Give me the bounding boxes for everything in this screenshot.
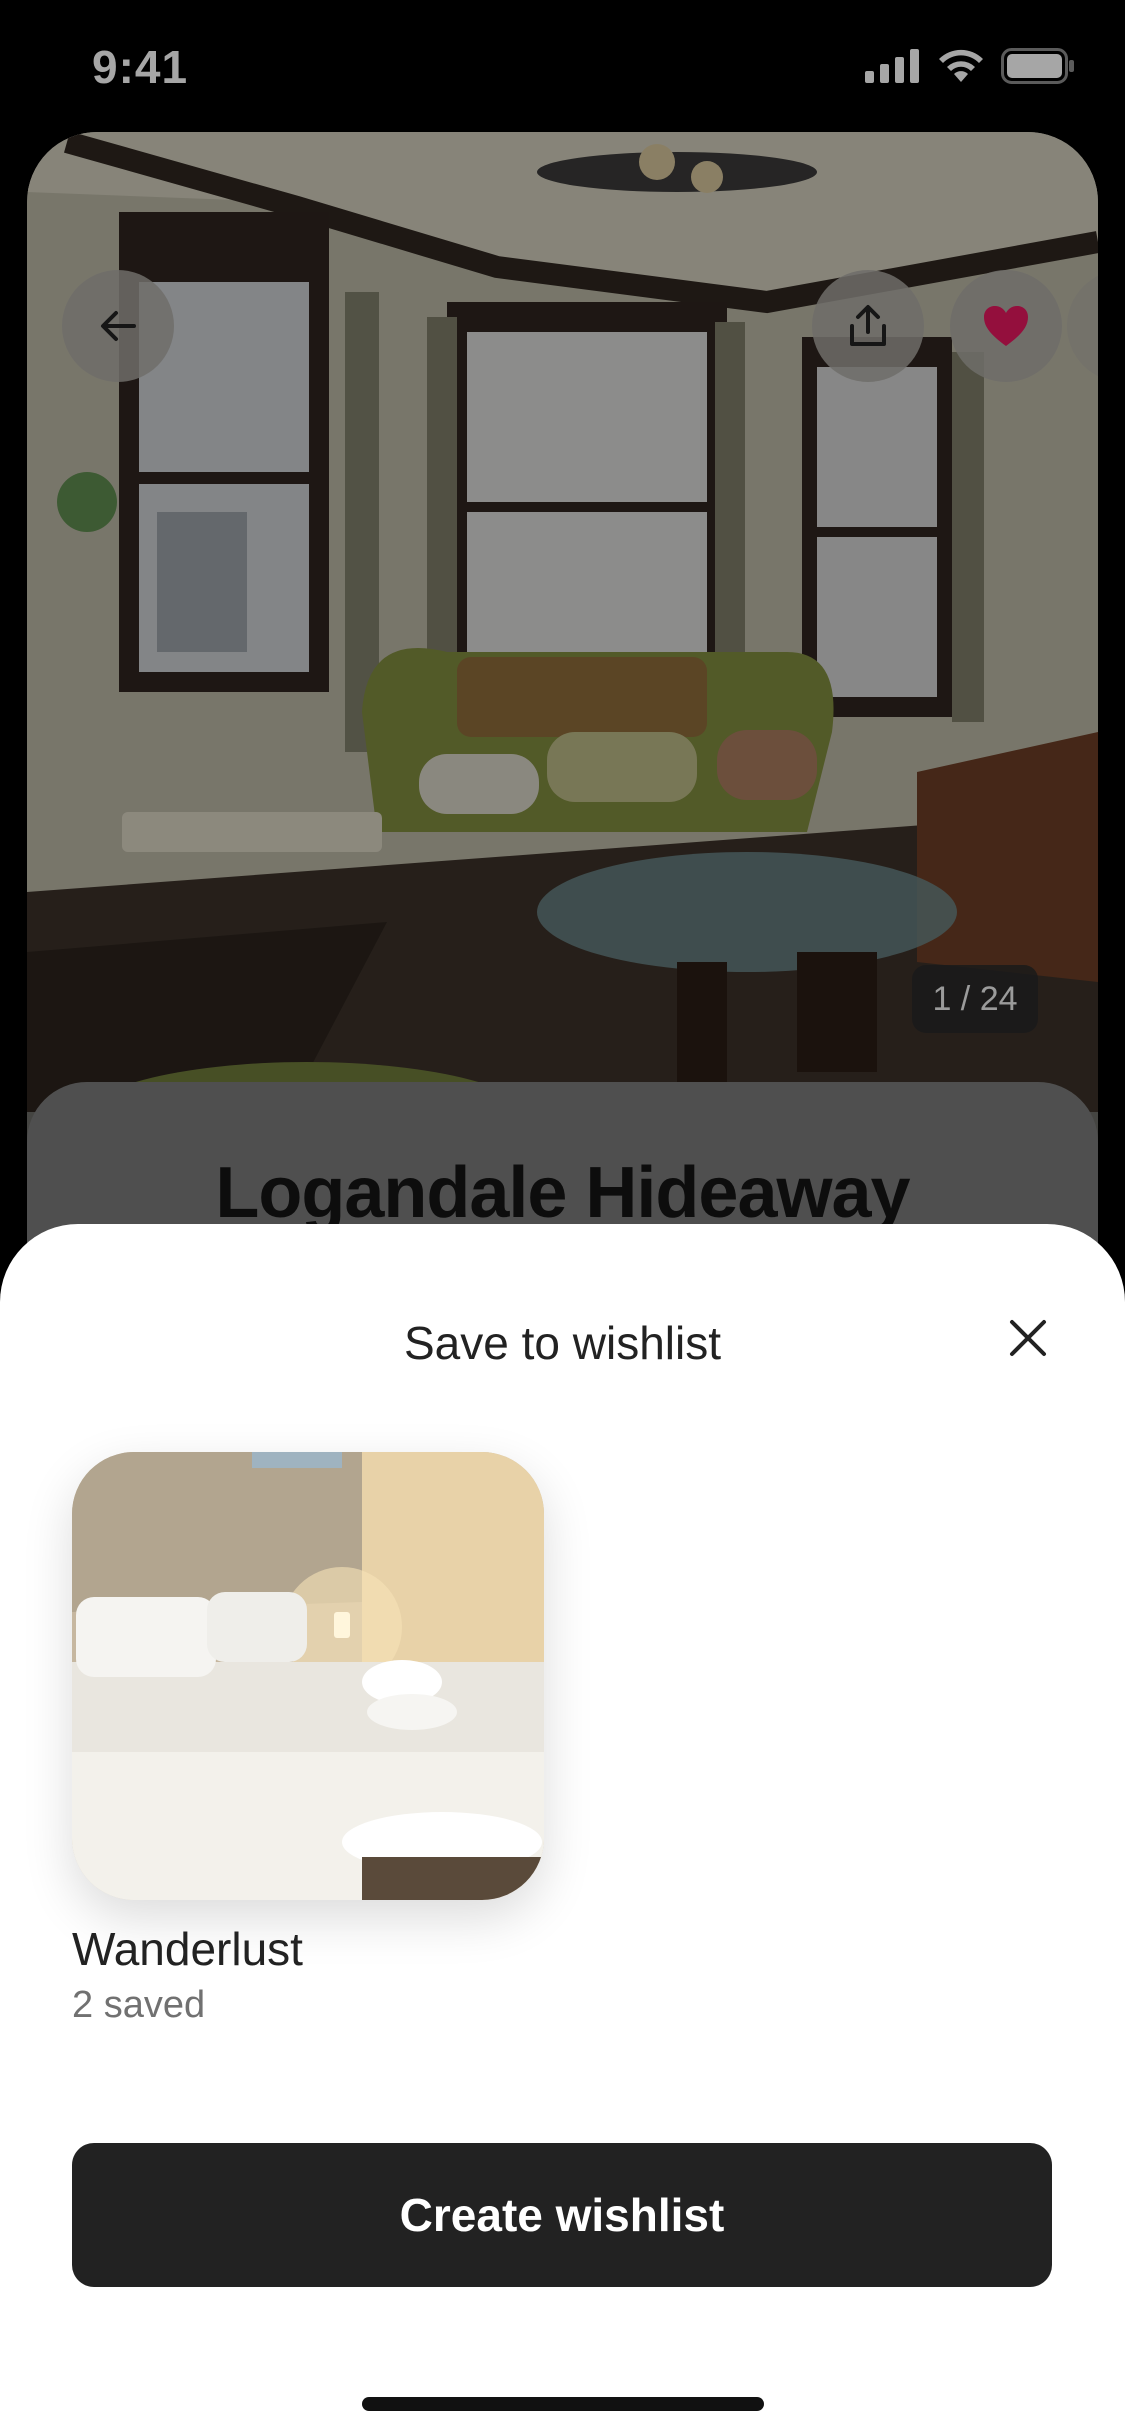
photo-counter: 1 / 24	[912, 965, 1038, 1033]
home-indicator[interactable]	[362, 2397, 764, 2411]
wishlist-item-wanderlust[interactable]: Wanderlust 2 saved	[72, 1452, 547, 2027]
create-wishlist-button[interactable]: Create wishlist	[72, 2143, 1052, 2287]
status-bar: 9:41	[0, 0, 1125, 132]
share-button[interactable]	[812, 270, 924, 382]
wishlist-thumbnail[interactable]	[72, 1452, 544, 1900]
share-icon	[850, 305, 886, 346]
favorite-button[interactable]	[950, 270, 1062, 382]
close-icon	[1010, 1320, 1046, 1356]
wishlist-saved-count: 2 saved	[72, 1984, 206, 2026]
save-to-wishlist-sheet: Save to wishlist Wanderlust 2 saved Crea…	[0, 1224, 1125, 2436]
cellular-signal-icon	[865, 49, 919, 83]
status-time: 9:41	[92, 41, 189, 93]
wishlist-photo	[72, 1452, 544, 1900]
wishlist-name: Wanderlust	[72, 1923, 303, 1975]
battery-icon	[1001, 48, 1074, 84]
status-icons	[865, 48, 1075, 84]
heart-icon	[984, 306, 1028, 346]
close-button[interactable]	[990, 1300, 1066, 1376]
back-button[interactable]	[62, 270, 174, 382]
screen: 9:41 1 / 24 Logandale Hideaway Save to w…	[0, 0, 1125, 2436]
sheet-title: Save to wishlist	[403, 1317, 721, 1369]
arrow-left-icon	[101, 311, 136, 341]
wifi-icon	[939, 49, 983, 82]
listing-title: Logandale Hideaway	[215, 1153, 910, 1233]
